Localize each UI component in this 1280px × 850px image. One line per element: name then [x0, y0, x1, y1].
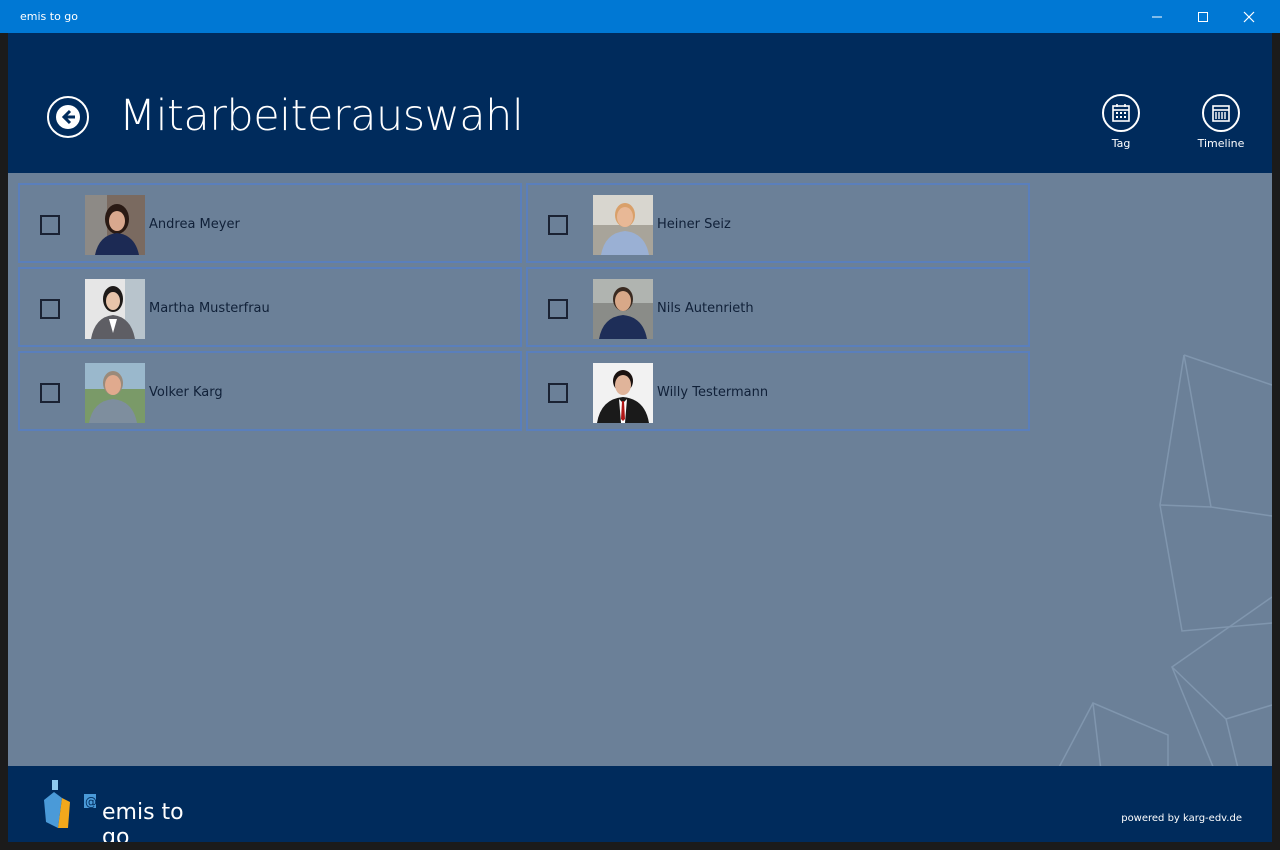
svg-text:@: @: [85, 795, 97, 809]
employee-card[interactable]: Heiner Seiz: [526, 183, 1030, 263]
employee-name: Martha Musterfrau: [149, 301, 270, 316]
emis-logo-icon: @: [44, 780, 97, 828]
employee-checkbox[interactable]: [548, 299, 568, 319]
arrow-left-icon: [56, 105, 80, 129]
page-title: Mitarbeiterauswahl: [119, 91, 524, 141]
employee-checkbox[interactable]: [40, 299, 60, 319]
close-button[interactable]: [1226, 0, 1272, 33]
close-icon: [1243, 11, 1255, 22]
employee-card[interactable]: Volker Karg: [18, 351, 522, 431]
employee-name: Nils Autenrieth: [657, 301, 754, 316]
employee-checkbox[interactable]: [40, 383, 60, 403]
employee-name: Volker Karg: [149, 385, 223, 400]
minimize-icon: [1152, 16, 1162, 17]
employee-name: Andrea Meyer: [149, 217, 240, 232]
employee-name: Heiner Seiz: [657, 217, 731, 232]
employee-checkbox[interactable]: [548, 383, 568, 403]
employee-name: Willy Testermann: [657, 385, 769, 400]
app-footer: @ emis to go powered by karg-edv.de: [8, 766, 1272, 842]
maximize-icon: [1198, 11, 1208, 22]
tag-view-button[interactable]: Tag: [1086, 94, 1156, 150]
employee-card[interactable]: Martha Musterfrau: [18, 267, 522, 347]
app-logo: @ emis to go: [40, 778, 210, 842]
tag-button-label: Tag: [1111, 137, 1131, 150]
employee-photo: [85, 195, 145, 255]
minimize-button[interactable]: [1134, 0, 1180, 33]
employee-photo: [593, 279, 653, 339]
logo-text: emis to go: [102, 800, 184, 842]
app-content: Mitarbeiterauswahl Tag Timeline Andrea M…: [8, 33, 1272, 842]
maximize-button[interactable]: [1180, 0, 1226, 33]
window-title: emis to go: [20, 10, 79, 23]
employee-photo: [85, 279, 145, 339]
employee-checkbox[interactable]: [40, 215, 60, 235]
calendar-day-icon: [1112, 104, 1130, 122]
employee-photo: [593, 363, 653, 423]
employee-card[interactable]: Nils Autenrieth: [526, 267, 1030, 347]
employee-card[interactable]: Andrea Meyer: [18, 183, 522, 263]
page-header: Mitarbeiterauswahl Tag Timeline: [8, 33, 1272, 173]
employee-card[interactable]: Willy Testermann: [526, 351, 1030, 431]
calendar-timeline-icon: [1212, 105, 1230, 122]
title-bar[interactable]: emis to go: [0, 0, 1280, 33]
employee-photo: [593, 195, 653, 255]
powered-by-text: powered by karg-edv.de: [1121, 813, 1242, 824]
employee-checkbox[interactable]: [548, 215, 568, 235]
timeline-view-button[interactable]: Timeline: [1186, 94, 1256, 150]
timeline-button-label: Timeline: [1197, 137, 1245, 150]
employee-photo: [85, 363, 145, 423]
app-window: emis to go Mitarbeiterauswahl Tag Timeli…: [0, 0, 1280, 850]
back-button[interactable]: [47, 96, 89, 138]
